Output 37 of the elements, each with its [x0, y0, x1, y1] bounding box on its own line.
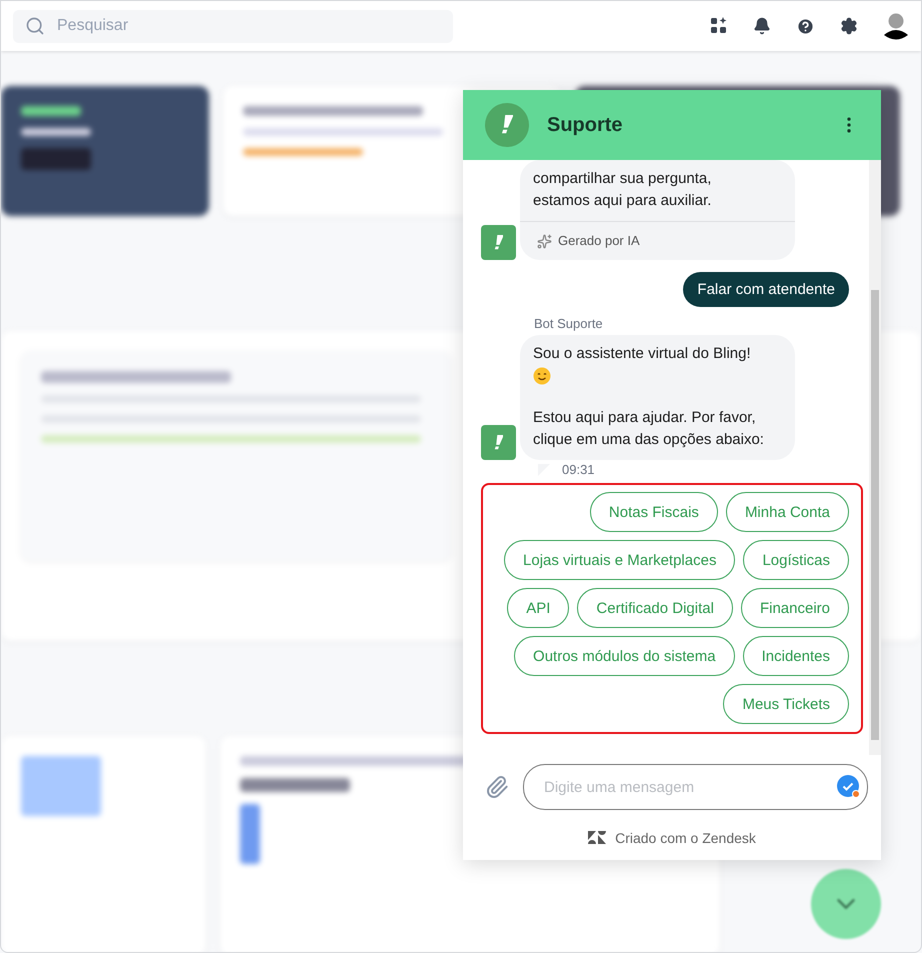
option-button[interactable]: Lojas virtuais e Marketplaces	[504, 540, 736, 580]
powered-by-text: Criado com o Zendesk	[615, 830, 756, 846]
bell-icon[interactable]	[753, 17, 771, 35]
message-text: Estou aqui para ajudar. Por favor, clique em uma das opções abaixo:	[533, 408, 765, 450]
chat-title: Suporte	[547, 114, 624, 136]
message-text: estamos aqui para auxiliar.	[533, 191, 712, 211]
sparkle-icon	[537, 234, 552, 248]
paperclip-icon[interactable]	[485, 775, 509, 799]
option-button[interactable]: API	[507, 588, 570, 628]
option-button[interactable]: Outros módulos do sistema	[514, 636, 735, 676]
message-time: 09:31	[562, 462, 595, 477]
avatar-icon[interactable]	[883, 12, 909, 40]
message-bar[interactable]: Digite uma mensagem	[523, 764, 868, 810]
check-icon	[837, 775, 861, 799]
message-text: Sou o assistente virtual do Bling!	[533, 344, 752, 364]
option-button[interactable]: Minha Conta	[726, 492, 849, 532]
search-icon	[25, 16, 45, 36]
option-button[interactable]: Certificado Digital	[577, 588, 733, 628]
option-button[interactable]: Incidentes	[742, 636, 849, 676]
option-button[interactable]: Logísticas	[743, 540, 849, 580]
settings-icon[interactable]	[840, 17, 858, 35]
zendesk-logo-icon	[588, 831, 606, 844]
sender-name: Bot Suporte	[534, 316, 603, 331]
option-button[interactable]: Meus Tickets	[723, 684, 849, 724]
apps-icon[interactable]	[710, 17, 728, 35]
bot-avatar-icon	[481, 225, 516, 260]
user-message: Falar com atendente	[683, 272, 849, 307]
smiling-face-icon	[533, 367, 551, 385]
option-button[interactable]: Financeiro	[740, 588, 849, 628]
message-text: compartilhar sua pergunta,	[533, 169, 712, 189]
bot-avatar-icon	[481, 425, 516, 460]
help-icon[interactable]	[796, 16, 815, 36]
ai-label: Gerado por IA	[558, 232, 640, 250]
option-button[interactable]: Notas Fiscais	[590, 492, 718, 532]
search-field[interactable]: Pesquisar	[55, 16, 441, 36]
search-bar[interactable]: Pesquisar	[13, 10, 453, 42]
bot-logo-icon	[485, 103, 529, 147]
